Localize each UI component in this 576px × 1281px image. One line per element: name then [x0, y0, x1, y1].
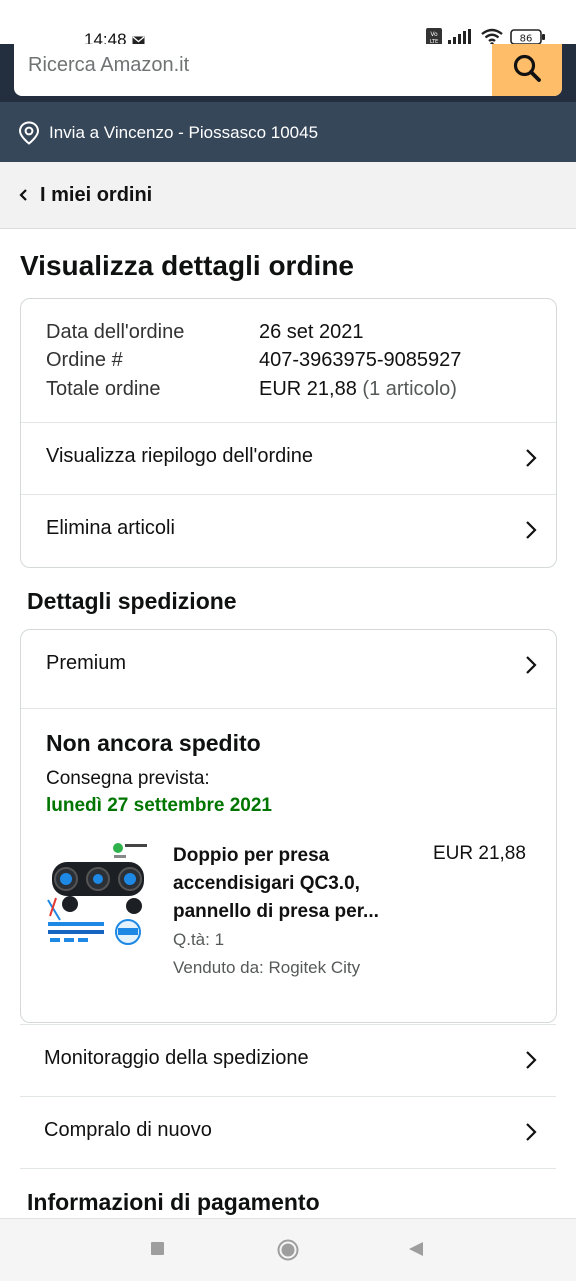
product-quantity: Q.tà: 1	[173, 930, 225, 949]
system-nav-bar	[0, 1218, 576, 1281]
deliver-to-text: Invia a Vincenzo - Piossasco 10045	[49, 123, 319, 142]
track-shipment-row[interactable]: Monitoraggio della spedizione	[20, 1024, 556, 1095]
deliver-to-bar[interactable]: Invia a Vincenzo - Piossasco 10045	[0, 102, 576, 162]
home-button[interactable]	[277, 1239, 299, 1266]
order-date-value: 26 set 2021	[259, 321, 364, 343]
chevron-right-icon	[524, 447, 538, 474]
buy-again-row[interactable]: Compralo di nuovo	[20, 1096, 556, 1167]
search-button[interactable]	[492, 44, 562, 96]
shipping-method: Premium	[46, 652, 127, 674]
shipping-card: Premium Non ancora spedito Consegna prev…	[20, 629, 557, 1023]
divider	[21, 708, 556, 709]
svg-text:Vo: Vo	[430, 31, 438, 38]
order-number-label: Ordine #	[46, 349, 123, 371]
page-title: Visualizza dettagli ordine	[20, 250, 355, 281]
chevron-right-icon	[524, 1049, 538, 1076]
search-header: Ricerca Amazon.it	[0, 44, 576, 102]
back-button[interactable]	[408, 1241, 424, 1262]
order-info-card: Data dell'ordine 26 set 2021 Ordine # 40…	[20, 298, 557, 568]
delete-items-label: Elimina articoli	[46, 517, 175, 539]
location-pin-icon	[18, 121, 40, 150]
product-image[interactable]	[46, 840, 150, 948]
buy-again-label: Compralo di nuovo	[44, 1119, 212, 1141]
order-date-label: Data dell'ordine	[46, 321, 185, 343]
search-input[interactable]: Ricerca Amazon.it	[28, 54, 189, 77]
chevron-right-icon	[524, 654, 538, 681]
order-summary-label: Visualizza riepilogo dell'ordine	[46, 445, 313, 467]
delivery-label: Consegna prevista:	[46, 768, 210, 789]
product-seller: Venduto da: Rogitek City	[173, 958, 361, 977]
search-icon	[512, 53, 542, 88]
product-price: EUR 21,88	[433, 843, 526, 864]
track-shipment-label: Monitoraggio della spedizione	[44, 1047, 309, 1069]
order-number-value: 407-3963975-9085927	[259, 349, 462, 371]
payment-heading: Informazioni di pagamento	[27, 1189, 320, 1215]
recents-button[interactable]	[150, 1241, 165, 1261]
order-total-amount: EUR 21,88	[259, 378, 357, 400]
order-total-value: EUR 21,88 (1 articolo)	[259, 378, 457, 401]
order-summary-link[interactable]: Visualizza riepilogo dell'ordine	[21, 423, 556, 493]
order-total-label: Totale ordine	[46, 378, 161, 400]
chevron-left-icon	[18, 188, 30, 207]
chevron-right-icon	[524, 1121, 538, 1148]
order-total-items: (1 articolo)	[362, 378, 457, 400]
breadcrumb[interactable]: I miei ordini	[0, 162, 576, 229]
chevron-right-icon	[524, 519, 538, 546]
search-box[interactable]: Ricerca Amazon.it	[14, 44, 562, 96]
shipping-method-row[interactable]: Premium	[21, 630, 556, 700]
shipment-status: Non ancora spedito	[46, 730, 261, 756]
breadcrumb-my-orders[interactable]: I miei ordini	[40, 184, 152, 207]
delivery-date: lunedì 27 settembre 2021	[46, 795, 272, 816]
shipping-heading: Dettagli spedizione	[27, 588, 237, 614]
battery-level: 86	[520, 34, 533, 45]
product-title-link[interactable]: Doppio per presa accendisigari QC3.0, pa…	[173, 842, 421, 926]
delete-items-link[interactable]: Elimina articoli	[21, 495, 556, 565]
payment-section: Informazioni di pagamento	[20, 1168, 556, 1219]
